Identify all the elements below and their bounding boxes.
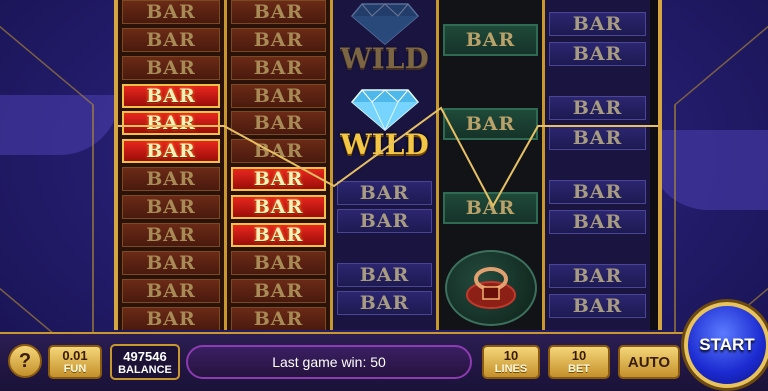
lines-label: LINES — [494, 363, 528, 375]
bar-symbol: BAR — [337, 263, 432, 287]
bar-symbol-highlighted: BAR — [231, 167, 326, 191]
fun-value: 0.01 — [62, 348, 88, 363]
wild-label: WILD — [340, 42, 429, 75]
bar-symbol: BAR — [122, 0, 220, 24]
ring-icon — [465, 267, 516, 309]
balance-display: 497546 BALANCE — [110, 344, 180, 380]
bar-symbol: BAR — [231, 251, 326, 275]
bar-symbol: BAR — [549, 210, 646, 234]
start-button[interactable]: START — [684, 302, 768, 388]
balance-value: 497546 — [123, 348, 167, 364]
bar-symbol: BAR — [122, 279, 220, 303]
start-label: START — [699, 335, 755, 354]
bar-symbol: BAR — [122, 167, 220, 191]
bar-symbol: BAR — [443, 192, 538, 224]
bar-symbol-highlighted: BAR — [122, 111, 220, 135]
reel-1: BAR BAR BAR BAR BAR BAR BAR BAR BAR BAR … — [118, 0, 227, 330]
bar-symbol: BAR — [122, 223, 220, 247]
help-icon: ? — [18, 349, 32, 372]
bar-symbol-highlighted: BAR — [122, 84, 220, 108]
help-button[interactable]: ? — [8, 344, 42, 378]
wild-label: WILD — [340, 128, 429, 161]
bet-button[interactable]: 10 BET — [548, 345, 610, 379]
reel-3: WILD WILD BAR BAR BAR BAR — [333, 0, 439, 330]
bar-symbol-highlighted: BAR — [231, 195, 326, 219]
bar-symbol: BAR — [122, 28, 220, 52]
bar-symbol: BAR — [549, 264, 646, 288]
bar-symbol: BAR — [443, 24, 538, 56]
bar-symbol: BAR — [549, 42, 646, 66]
lines-value: 10 — [503, 348, 519, 363]
bar-symbol-highlighted: BAR — [231, 223, 326, 247]
bar-symbol: BAR — [549, 294, 646, 318]
fun-denomination-button[interactable]: 0.01 FUN — [48, 345, 102, 379]
bar-symbol: BAR — [337, 291, 432, 315]
bar-symbol: BAR — [122, 56, 220, 80]
wild-symbol: WILD — [337, 0, 432, 80]
balance-label: BALANCE — [118, 363, 172, 376]
bar-symbol: BAR — [549, 12, 646, 36]
bar-symbol: BAR — [122, 307, 220, 330]
bar-symbol: BAR — [231, 307, 326, 330]
last-game-win-text: Last game win: 50 — [272, 354, 386, 370]
slot-machine: BAR BAR BAR BAR BAR BAR BAR BAR BAR BAR … — [114, 0, 662, 330]
fun-label: FUN — [63, 363, 87, 375]
last-game-win-message: Last game win: 50 — [186, 345, 472, 379]
bar-symbol: BAR — [231, 56, 326, 80]
bar-symbol: BAR — [549, 180, 646, 204]
bar-symbol: BAR — [231, 84, 326, 108]
diamond-icon — [350, 3, 419, 45]
bar-symbol: BAR — [549, 126, 646, 150]
reel-4: BAR BAR BAR — [439, 0, 545, 330]
ring-symbol — [443, 248, 538, 328]
wild-symbol-highlighted: WILD — [337, 86, 432, 166]
bar-symbol: BAR — [122, 195, 220, 219]
bar-symbol: BAR — [231, 279, 326, 303]
bar-symbol: BAR — [231, 0, 326, 24]
bar-symbol: BAR — [231, 28, 326, 52]
bar-symbol: BAR — [122, 251, 220, 275]
bar-symbol: BAR — [443, 108, 538, 140]
bar-symbol: BAR — [337, 209, 432, 233]
bet-label: BET — [568, 363, 590, 375]
bet-value: 10 — [571, 348, 587, 363]
bar-symbol-highlighted: BAR — [122, 139, 220, 163]
auto-button[interactable]: AUTO — [618, 345, 680, 379]
bar-symbol: BAR — [549, 96, 646, 120]
reel-2: BAR BAR BAR BAR BAR BAR BAR BAR BAR BAR … — [227, 0, 333, 330]
diamond-icon — [350, 89, 419, 131]
auto-label: AUTO — [627, 353, 671, 371]
lines-button[interactable]: 10 LINES — [482, 345, 540, 379]
bar-symbol: BAR — [337, 181, 432, 205]
reel-5: BAR BAR BAR BAR BAR BAR BAR BAR — [545, 0, 650, 330]
art-deco-frame-left — [0, 0, 94, 369]
bar-symbol: BAR — [231, 139, 326, 163]
bar-symbol: BAR — [231, 111, 326, 135]
